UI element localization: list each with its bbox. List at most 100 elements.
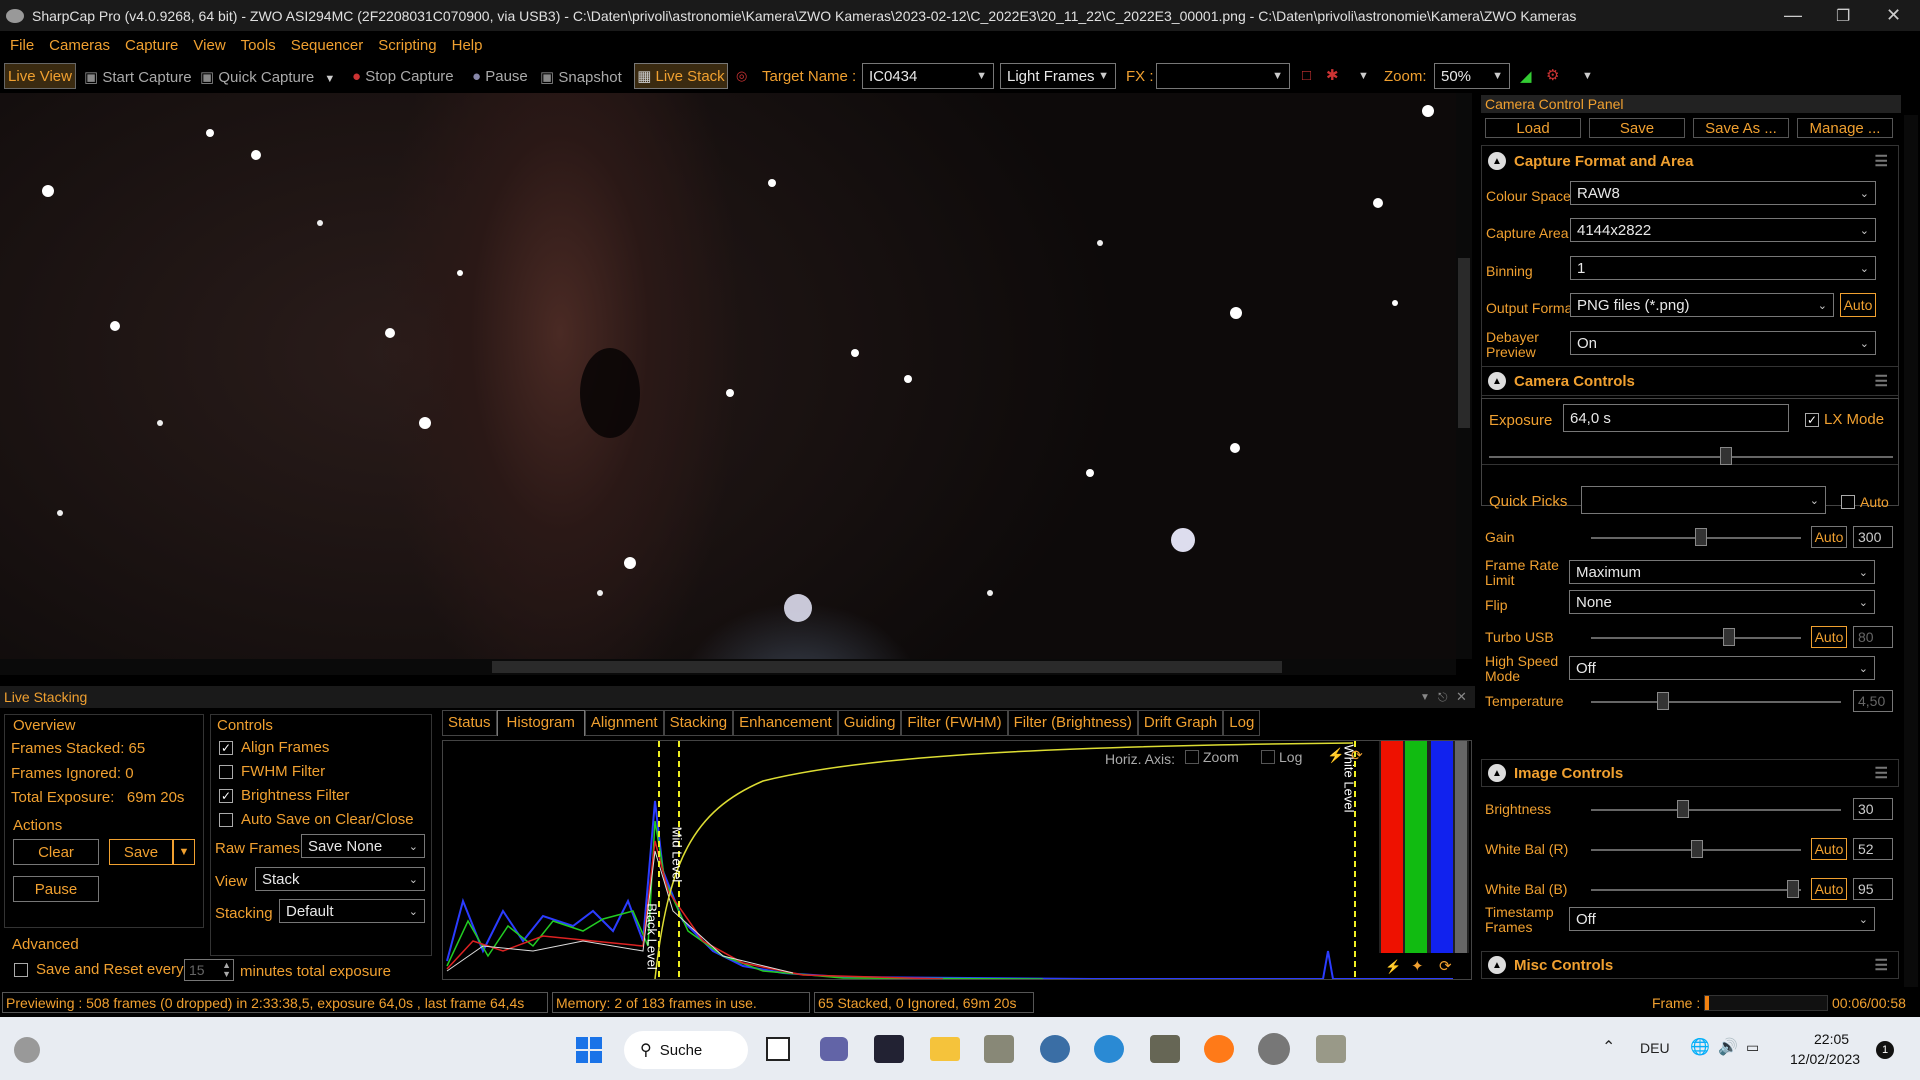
load-button[interactable]: Load	[1485, 118, 1581, 138]
save-dropdown-button[interactable]: ▼	[173, 839, 195, 865]
live-view-button[interactable]: Live View	[4, 63, 76, 89]
output-format-select[interactable]: PNG files (*.png) ⌄	[1570, 293, 1834, 317]
dropdown-icon[interactable]: ▼	[1582, 70, 1593, 82]
zoom-select[interactable]: 50% ▼	[1434, 63, 1510, 89]
wb-r-value[interactable]: 52	[1853, 838, 1893, 860]
zoom-checkbox[interactable]: Zoom	[1185, 749, 1239, 765]
close-icon[interactable]: ✕	[1456, 689, 1467, 705]
reset-icon[interactable]: ⟳	[1351, 747, 1363, 764]
tab-alignment[interactable]: Alignment	[584, 710, 664, 736]
gain-auto-button[interactable]: Auto	[1811, 526, 1847, 548]
volume-icon[interactable]: 🔊	[1718, 1037, 1738, 1057]
camera-controls-header[interactable]: ▲ Camera Controls ☰	[1481, 366, 1899, 396]
teams-icon[interactable]	[820, 1037, 848, 1061]
brightness-filter-checkbox[interactable]: ✓ Brightness Filter	[219, 787, 349, 804]
tab-filter-brightness[interactable]: Filter (Brightness)	[1007, 710, 1138, 736]
auto-stretch-icon[interactable]: ⚡	[1327, 747, 1344, 764]
debayer-select[interactable]: On ⌄	[1570, 331, 1876, 355]
sharpcap-icon[interactable]	[1258, 1033, 1290, 1065]
network-icon[interactable]: 🌐	[1690, 1037, 1710, 1057]
close-icon[interactable]: ✕	[1886, 5, 1901, 26]
red-level-bar[interactable]	[1381, 741, 1403, 953]
menu-scripting[interactable]: Scripting	[378, 37, 436, 54]
menu-view[interactable]: View	[193, 37, 225, 54]
autosave-checkbox[interactable]: Auto Save on Clear/Close	[219, 811, 414, 828]
app-icon-5[interactable]	[1150, 1035, 1180, 1063]
live-stack-button[interactable]: ▦ Live Stack	[634, 63, 728, 89]
quick-capture-button[interactable]: ▣ Quick Capture ▼	[200, 68, 335, 86]
turbo-slider-track[interactable]	[1591, 637, 1801, 639]
capture-format-header[interactable]: ▲ Capture Format and Area ☰	[1482, 146, 1898, 176]
app-icon-4[interactable]	[1094, 1035, 1124, 1063]
histogram-area[interactable]: Black Level Mid Level White Level Horiz.…	[442, 740, 1472, 980]
brightness-slider-thumb[interactable]	[1677, 800, 1689, 818]
pause-button[interactable]: ● Pause	[472, 68, 528, 85]
chevron-up-icon[interactable]: ▲	[1488, 372, 1506, 390]
tab-log[interactable]: Log	[1223, 710, 1261, 736]
app-icon-6[interactable]	[1316, 1035, 1346, 1063]
start-capture-button[interactable]: ▣ Start Capture	[84, 68, 192, 86]
app-icon-3[interactable]	[1040, 1035, 1070, 1063]
misc-controls-header[interactable]: ▲ Misc Controls ☰	[1481, 951, 1899, 979]
turbo-auto-button[interactable]: Auto	[1811, 626, 1847, 648]
frame-type-select[interactable]: Light Frames ▼	[1000, 63, 1116, 89]
binning-select[interactable]: 1 ⌄	[1570, 256, 1876, 280]
image-viewport[interactable]	[0, 93, 1456, 659]
high-speed-select[interactable]: Off ⌄	[1569, 656, 1875, 680]
menu-cameras[interactable]: Cameras	[49, 37, 110, 54]
save-as-button[interactable]: Save As ...	[1693, 118, 1789, 138]
settings-icon[interactable]: ⚙	[1546, 66, 1559, 84]
weather-icon[interactable]	[14, 1037, 40, 1063]
chevron-up-icon[interactable]: ▲	[1488, 956, 1506, 974]
view-select[interactable]: Stack ⌄	[255, 867, 425, 891]
colour-space-select[interactable]: RAW8 ⌄	[1570, 181, 1876, 205]
pin-icon[interactable]: ⎋	[1438, 690, 1448, 705]
wb-r-auto-button[interactable]: Auto	[1811, 838, 1847, 860]
app-icon-1[interactable]	[874, 1035, 904, 1063]
snapshot-button[interactable]: ▣ Snapshot	[540, 68, 622, 86]
chevron-up-icon[interactable]: ⌃	[1602, 1037, 1615, 1057]
dropdown-icon[interactable]: ▼	[324, 73, 335, 85]
image-vertical-scrollbar[interactable]	[1456, 93, 1472, 659]
align-frames-checkbox[interactable]: ✓ Align Frames	[219, 739, 329, 756]
reticle-icon[interactable]: □	[1302, 67, 1311, 84]
tab-status[interactable]: Status	[442, 710, 497, 736]
menu-icon[interactable]: ☰	[1875, 152, 1888, 170]
wb-b-value[interactable]: 95	[1853, 878, 1893, 900]
tab-filter-fwhm[interactable]: Filter (FWHM)	[901, 710, 1008, 736]
wb-b-slider-thumb[interactable]	[1787, 880, 1799, 898]
minimize-icon[interactable]: —	[1784, 5, 1802, 26]
language-indicator[interactable]: DEU	[1640, 1040, 1670, 1056]
save-panel-button[interactable]: Save	[1589, 118, 1685, 138]
quick-picks-select[interactable]: ⌄	[1581, 486, 1826, 514]
focus-icon[interactable]: ✱	[1326, 66, 1339, 84]
gain-value[interactable]: 300	[1853, 526, 1893, 548]
chevron-up-icon[interactable]: ▲	[1488, 152, 1506, 170]
stepper-arrows-icon[interactable]: ▲ ▼	[222, 961, 231, 979]
dropdown-icon[interactable]: ▼	[1358, 70, 1369, 82]
clear-button[interactable]: Clear	[13, 839, 99, 865]
tab-drift-graph[interactable]: Drift Graph	[1137, 710, 1224, 736]
clock-date[interactable]: 12/02/2023	[1790, 1051, 1860, 1067]
tab-enhancement[interactable]: Enhancement	[733, 710, 838, 736]
manage-button[interactable]: Manage ...	[1797, 118, 1893, 138]
chevron-up-icon[interactable]: ▲	[1488, 764, 1506, 782]
pause-stack-button[interactable]: Pause	[13, 876, 99, 902]
blue-level-bar[interactable]	[1431, 741, 1453, 953]
clock-time[interactable]: 22:05	[1814, 1031, 1849, 1047]
menu-sequencer[interactable]: Sequencer	[291, 37, 364, 54]
histogram-icon[interactable]: ◢	[1520, 67, 1532, 85]
lx-mode-checkbox[interactable]: ✓ LX Mode	[1805, 411, 1884, 428]
exposure-slider-thumb[interactable]	[1720, 447, 1732, 465]
save-stack-button[interactable]: Save	[109, 839, 173, 865]
taskbar-search[interactable]: ⚲ Suche	[624, 1031, 748, 1069]
brightness-slider-track[interactable]	[1591, 809, 1841, 811]
quick-picks-auto-checkbox[interactable]: Auto	[1841, 494, 1889, 510]
image-horizontal-scrollbar[interactable]	[0, 659, 1456, 675]
minutes-stepper[interactable]: 15 ▲ ▼	[184, 959, 234, 981]
tab-histogram[interactable]: Histogram	[496, 710, 585, 736]
folder-icon[interactable]	[930, 1037, 960, 1061]
image-controls-header[interactable]: ▲ Image Controls ☰	[1481, 759, 1899, 787]
windows-start-icon[interactable]	[576, 1037, 602, 1063]
menu-file[interactable]: File	[10, 37, 34, 54]
